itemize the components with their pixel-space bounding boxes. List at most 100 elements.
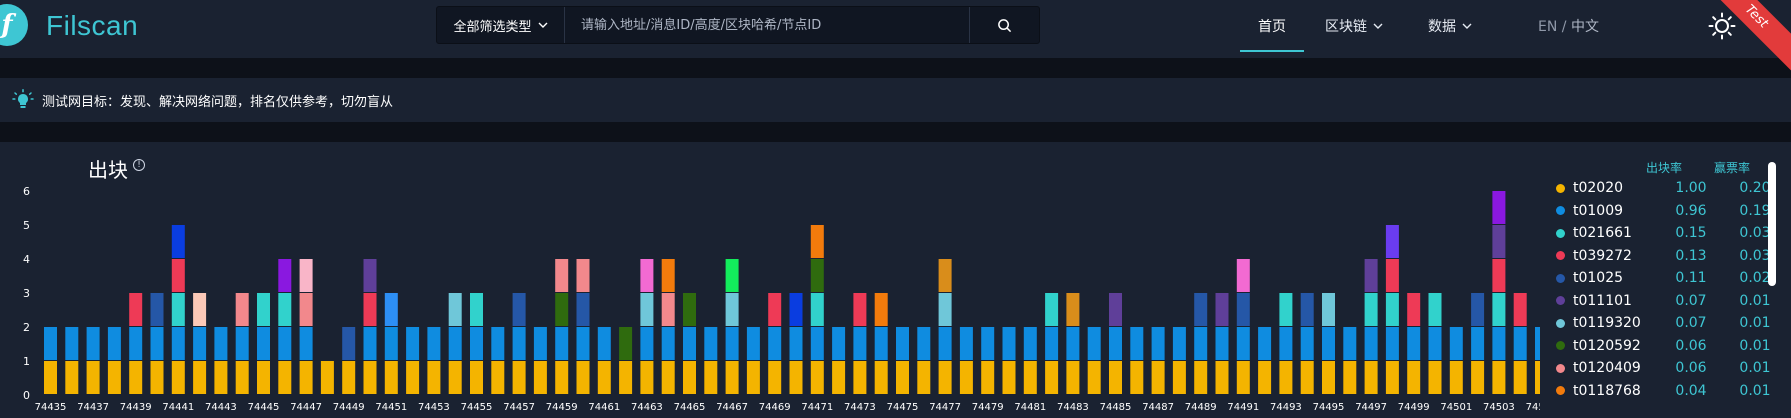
bar-segment[interactable] — [1364, 361, 1378, 394]
bar-segment[interactable] — [661, 361, 675, 394]
bar-segment[interactable] — [938, 259, 952, 292]
bar-segment[interactable] — [171, 225, 185, 258]
bar-segment[interactable] — [1492, 191, 1506, 224]
bar-segment[interactable] — [1407, 327, 1421, 360]
bar-segment[interactable] — [576, 293, 590, 326]
bar-segment[interactable] — [1364, 293, 1378, 326]
bar-segment[interactable] — [640, 327, 654, 360]
bar-segment[interactable] — [1407, 361, 1421, 394]
bar-segment[interactable] — [1535, 361, 1540, 394]
legend-item[interactable]: t0120409 0.06 0.01 — [1556, 358, 1785, 378]
bar-segment[interactable] — [1322, 327, 1335, 360]
bar-segment[interactable] — [1492, 293, 1506, 326]
bar-segment[interactable] — [1385, 293, 1399, 326]
bar-segment[interactable] — [1364, 259, 1378, 292]
legend-item[interactable]: t0120592 0.06 0.01 — [1556, 336, 1785, 356]
bar-segment[interactable] — [661, 327, 675, 360]
bar-segment[interactable] — [959, 361, 973, 394]
bar-segment[interactable] — [406, 361, 420, 394]
bar-segment[interactable] — [363, 259, 377, 292]
bar-segment[interactable] — [555, 361, 569, 394]
bar-segment[interactable] — [427, 361, 441, 394]
bar-segment[interactable] — [193, 361, 207, 394]
bar-segment[interactable] — [363, 361, 377, 394]
bar-segment[interactable] — [150, 327, 164, 360]
legend-item[interactable]: t02020 1.00 0.20 — [1556, 178, 1785, 198]
bar-segment[interactable] — [874, 293, 888, 326]
bar-segment[interactable] — [704, 361, 718, 394]
bar-segment[interactable] — [512, 293, 526, 326]
bar-segment[interactable] — [86, 361, 100, 394]
legend-item[interactable]: t021661 0.15 0.03 — [1556, 223, 1785, 243]
bar-segment[interactable] — [214, 361, 228, 394]
bar-segment[interactable] — [278, 259, 292, 292]
bar-segment[interactable] — [257, 293, 270, 326]
bar-segment[interactable] — [1343, 327, 1357, 360]
bar-segment[interactable] — [1172, 327, 1186, 360]
bar-segment[interactable] — [661, 293, 675, 326]
bar-segment[interactable] — [725, 327, 739, 360]
bar-segment[interactable] — [171, 361, 185, 394]
bar-segment[interactable] — [533, 327, 547, 360]
bar-segment[interactable] — [171, 293, 185, 326]
bar-segment[interactable] — [1215, 293, 1229, 326]
bar-segment[interactable] — [1385, 225, 1399, 258]
bar-segment[interactable] — [44, 327, 57, 360]
search-button[interactable] — [969, 7, 1039, 43]
bar-segment[interactable] — [1236, 361, 1250, 394]
bar-segment[interactable] — [1343, 361, 1357, 394]
bar-segment[interactable] — [576, 259, 590, 292]
bar-segment[interactable] — [832, 361, 846, 394]
bar-segment[interactable] — [363, 293, 377, 326]
bar-segment[interactable] — [1215, 327, 1229, 360]
bar-segment[interactable] — [1215, 361, 1229, 394]
bar-segment[interactable] — [235, 327, 249, 360]
bar-segment[interactable] — [1066, 327, 1080, 360]
bar-segment[interactable] — [1002, 361, 1016, 394]
bar-segment[interactable] — [171, 259, 185, 292]
bar-segment[interactable] — [1385, 259, 1399, 292]
bar-segment[interactable] — [1194, 293, 1208, 326]
bar-segment[interactable] — [171, 327, 185, 360]
bar-segment[interactable] — [1087, 327, 1101, 360]
bar-segment[interactable] — [683, 361, 696, 394]
bar-segment[interactable] — [1492, 361, 1506, 394]
bar-segment[interactable] — [1322, 361, 1335, 394]
bar-segment[interactable] — [448, 327, 462, 360]
legend-item[interactable]: t039272 0.13 0.03 — [1556, 246, 1785, 266]
bar-segment[interactable] — [661, 259, 675, 292]
bar-segment[interactable] — [981, 361, 995, 394]
bar-segment[interactable] — [278, 327, 292, 360]
bar-segment[interactable] — [470, 327, 483, 360]
bar-segment[interactable] — [1428, 361, 1442, 394]
bar-segment[interactable] — [1087, 361, 1101, 394]
bar-segment[interactable] — [427, 327, 441, 360]
bar-segment[interactable] — [342, 361, 356, 394]
bar-segment[interactable] — [193, 327, 207, 360]
bar-segment[interactable] — [1066, 293, 1080, 326]
bar-segment[interactable] — [768, 293, 782, 326]
legend-item[interactable]: t01009 0.96 0.19 — [1556, 201, 1785, 221]
bar-segment[interactable] — [938, 327, 952, 360]
bar-segment[interactable] — [1471, 361, 1485, 394]
bar-segment[interactable] — [1535, 327, 1540, 360]
bar-segment[interactable] — [683, 327, 696, 360]
bar-segment[interactable] — [86, 327, 100, 360]
bar-segment[interactable] — [746, 361, 760, 394]
search-type-dropdown[interactable]: 全部筛选类型 — [437, 7, 565, 43]
bar-segment[interactable] — [1066, 361, 1080, 394]
bar-segment[interactable] — [1279, 361, 1293, 394]
bar-segment[interactable] — [1258, 327, 1272, 360]
bar-segment[interactable] — [65, 327, 79, 360]
bar-segment[interactable] — [320, 361, 334, 394]
bar-segment[interactable] — [917, 361, 931, 394]
bar-segment[interactable] — [384, 327, 398, 360]
bar-segment[interactable] — [1023, 327, 1037, 360]
bar-segment[interactable] — [193, 293, 207, 326]
bar-segment[interactable] — [448, 293, 462, 326]
legend-item[interactable]: t0119320 0.07 0.01 — [1556, 313, 1785, 333]
bar-segment[interactable] — [342, 327, 356, 360]
bar-segment[interactable] — [150, 361, 164, 394]
legend-item[interactable]: t01025 0.11 0.02 — [1556, 268, 1785, 288]
search-input[interactable] — [565, 7, 965, 43]
